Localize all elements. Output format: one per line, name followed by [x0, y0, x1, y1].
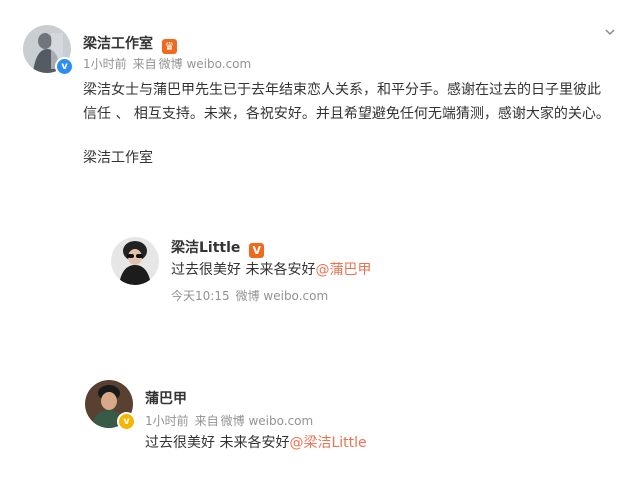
post3-source-prefix: 来自 [194, 414, 219, 428]
chevron-down-icon[interactable] [605, 22, 615, 41]
post2-body: 过去很美好 未来各安好@蒲巴甲 [171, 258, 371, 282]
post2-time[interactable]: 今天10:15 [171, 289, 230, 303]
post3-text: 过去很美好 未来各安好 [145, 435, 290, 451]
post1-meta: 1小时前 来自 微博 weibo.com [83, 55, 251, 72]
v-badge-icon: V [249, 243, 265, 258]
post3-source[interactable]: 微博 weibo.com [221, 414, 314, 428]
verified-blue-icon: v [55, 57, 74, 76]
post2-mention[interactable]: @蒲巴甲 [315, 262, 371, 278]
post3-mention[interactable]: @梁洁Little [289, 435, 366, 451]
post3-body: 过去很美好 未来各安好@梁洁Little [145, 431, 367, 455]
post2-author[interactable]: 梁洁Little V [171, 237, 265, 258]
post3-time[interactable]: 1小时前 [145, 414, 189, 428]
post1-source-prefix: 来自 [132, 57, 157, 71]
post1-source[interactable]: 微博 weibo.com [159, 57, 252, 71]
avatar-lianglittle[interactable] [111, 237, 159, 285]
post2-meta: 今天10:15 微博 weibo.com [171, 287, 328, 304]
verified-gold-icon: v [117, 412, 136, 431]
post3-meta: 1小时前 来自 微博 weibo.com [145, 412, 313, 429]
post1-signature: 梁洁工作室 [83, 150, 153, 166]
post3-author[interactable]: 蒲巴甲 [145, 388, 187, 408]
post1-body: 梁洁女士与蒲巴甲先生已于去年结束恋人关系，和平分手。感谢在过去的日子里彼此信任 … [83, 82, 610, 122]
post1-time[interactable]: 1小时前 [83, 57, 127, 71]
crown-badge-icon: ♛ [161, 39, 177, 54]
post1-author[interactable]: 梁洁工作室 ♛ [83, 33, 177, 54]
post2-text: 过去很美好 未来各安好 [171, 262, 316, 278]
post2-source[interactable]: 微博 weibo.com [236, 289, 329, 303]
